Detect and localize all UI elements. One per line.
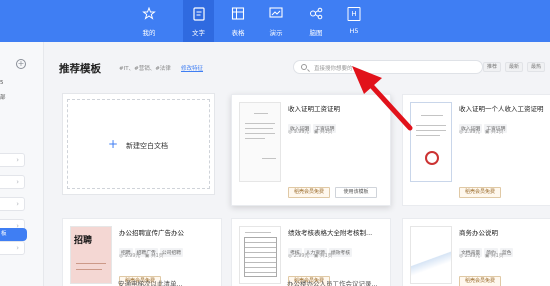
- annotation-arrow: [352, 66, 413, 131]
